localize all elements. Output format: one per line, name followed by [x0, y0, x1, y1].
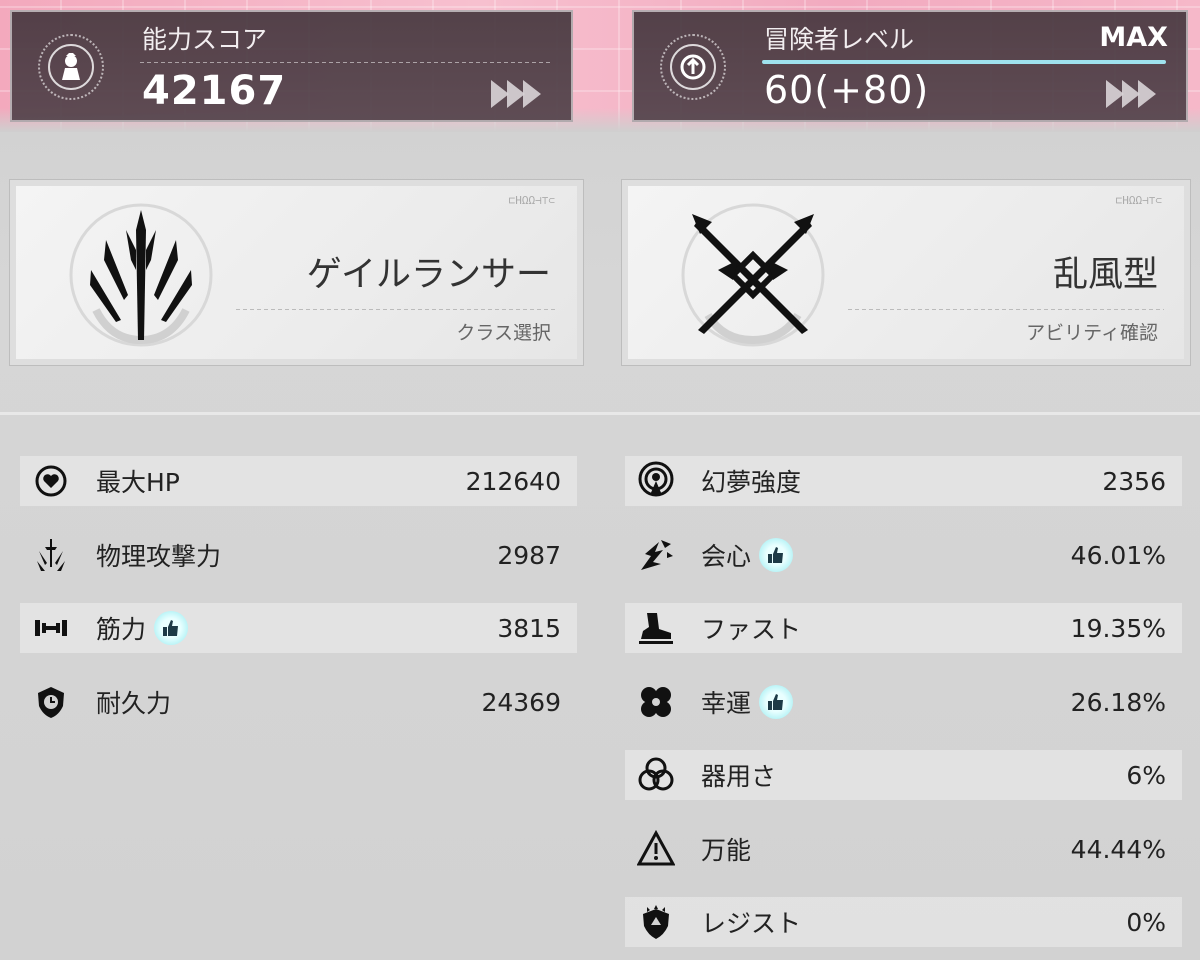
stat-label: 筋力 — [96, 615, 147, 644]
stat-value: 212640 — [465, 466, 561, 496]
storm-type-emblem-icon — [681, 203, 825, 347]
stat-value: 46.01% — [1070, 540, 1166, 570]
clover-icon — [633, 679, 679, 725]
stat-value: 2987 — [497, 540, 561, 570]
score-emblem — [38, 34, 104, 100]
stat-label: ファスト — [701, 615, 802, 644]
dumbbell-icon — [28, 605, 74, 651]
level-label: 冒険者レベル — [764, 25, 915, 54]
critical-icon — [633, 532, 679, 578]
adventurer-level-panel[interactable]: 冒険者レベル MAX 60(+80) — [632, 10, 1188, 122]
card-code: ⊏ΗΩΩ⊣⊤⊂ — [508, 194, 555, 207]
stat-row-physical-attack[interactable]: 物理攻撃力 2987 — [20, 530, 577, 580]
stat-row-fast[interactable]: ファスト 19.35% — [625, 603, 1182, 653]
heart-icon — [28, 458, 74, 504]
stat-row-strength[interactable]: 筋力 3815 — [20, 603, 577, 653]
stat-label: 器用さ — [701, 762, 777, 791]
resist-shield-icon — [633, 899, 679, 945]
broadcast-icon — [633, 458, 679, 504]
stat-value: 24369 — [481, 687, 561, 717]
stat-label: 幸運 — [701, 689, 752, 718]
stat-label: 万能 — [701, 836, 752, 865]
stat-row-dexterity[interactable]: 器用さ 6% — [625, 750, 1182, 800]
stat-label: 耐久力 — [96, 689, 172, 718]
thumbs-up-recommend-icon — [154, 611, 189, 645]
stat-value: 26.18% — [1070, 687, 1166, 717]
stat-label: レジスト — [701, 909, 802, 938]
class-select-link[interactable]: クラス選択 — [456, 318, 551, 345]
stat-value: 0% — [1126, 907, 1166, 937]
character-icon — [62, 53, 80, 80]
level-max-badge: MAX — [1099, 22, 1168, 53]
ability-score-panel[interactable]: 能力スコア 42167 — [10, 10, 573, 122]
stat-row-resist[interactable]: レジスト 0% — [625, 897, 1182, 947]
level-detail-arrow-icon[interactable] — [1106, 80, 1156, 108]
thumbs-up-recommend-icon — [759, 685, 794, 719]
ability-check-card[interactable]: ⊏ΗΩΩ⊣⊤⊂ 乱風型 アビリティ確認 — [621, 179, 1191, 366]
score-label: 能力スコア — [142, 25, 268, 54]
stat-value: 44.44% — [1070, 834, 1166, 864]
class-name: ゲイルランサー — [306, 255, 551, 295]
card-divider — [236, 309, 557, 310]
warning-icon — [633, 826, 679, 872]
level-value: 60(+80) — [764, 68, 930, 112]
stat-row-luck[interactable]: 幸運 26.18% — [625, 677, 1182, 727]
stat-label: 会心 — [701, 542, 752, 571]
shield-icon — [28, 679, 74, 725]
boot-icon — [633, 605, 679, 651]
stat-label: 物理攻撃力 — [96, 542, 222, 571]
stat-label: 最大HP — [96, 468, 180, 497]
score-value: 42167 — [142, 68, 287, 114]
ability-check-link[interactable]: アビリティ確認 — [1026, 318, 1158, 345]
level-up-icon — [680, 54, 706, 80]
level-progress-bar — [762, 60, 1166, 64]
stat-row-max-hp[interactable]: 最大HP 212640 — [20, 456, 577, 506]
gale-lancer-emblem-icon — [69, 203, 213, 347]
section-divider — [0, 412, 1200, 415]
stat-row-dream-strength[interactable]: 幻夢強度 2356 — [625, 456, 1182, 506]
ability-name: 乱風型 — [1052, 255, 1158, 295]
class-select-card[interactable]: ⊏ΗΩΩ⊣⊤⊂ ゲイルランサー クラス選択 — [9, 179, 584, 366]
score-divider — [140, 62, 551, 63]
stat-row-endurance[interactable]: 耐久力 24369 — [20, 677, 577, 727]
card-code: ⊏ΗΩΩ⊣⊤⊂ — [1115, 194, 1162, 207]
stat-value: 6% — [1126, 760, 1166, 790]
stat-row-critical[interactable]: 会心 46.01% — [625, 530, 1182, 580]
stat-value: 3815 — [497, 613, 561, 643]
stat-value: 2356 — [1102, 466, 1166, 496]
level-emblem — [660, 34, 726, 100]
thumbs-up-recommend-icon — [759, 538, 794, 572]
card-divider — [848, 309, 1164, 310]
stat-row-versatility[interactable]: 万能 44.44% — [625, 824, 1182, 874]
sword-icon — [28, 532, 74, 578]
stat-label: 幻夢強度 — [701, 468, 802, 497]
stat-value: 19.35% — [1070, 613, 1166, 643]
score-detail-arrow-icon[interactable] — [491, 80, 541, 108]
rings-icon — [633, 752, 679, 798]
